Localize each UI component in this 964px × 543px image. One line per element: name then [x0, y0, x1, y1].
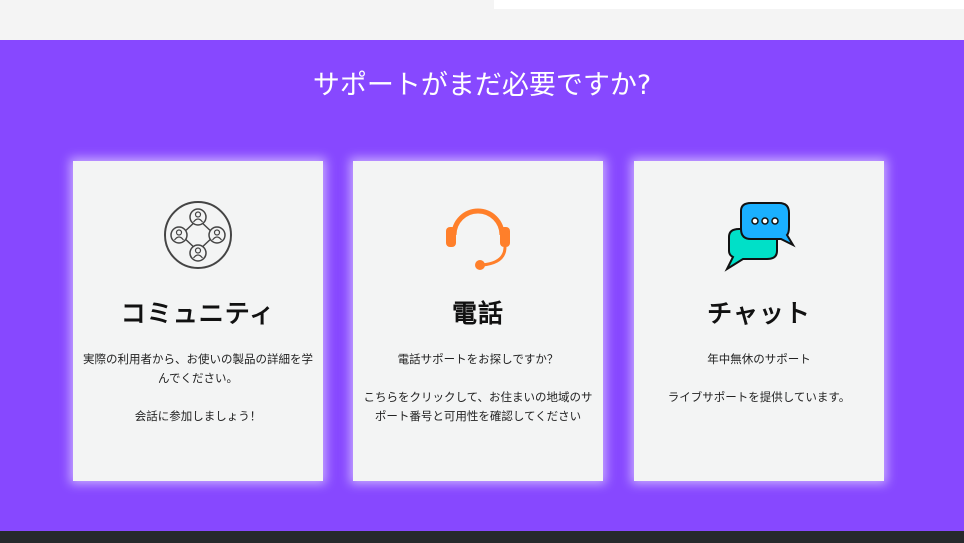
- community-cta-text: 会話に参加しましょう！: [134, 409, 262, 423]
- top-white-panel: [494, 0, 964, 9]
- chat-description: 年中無休のサポート: [707, 352, 811, 366]
- support-section: サポートがまだ必要ですか? コミュニティ 実際の利用者から、お使いの製品の詳細を…: [0, 40, 964, 531]
- section-title: サポートがまだ必要ですか?: [312, 70, 652, 101]
- headset-icon: [353, 197, 603, 273]
- footer-bar: [0, 531, 964, 543]
- phone-title: 電話: [451, 299, 504, 328]
- chat-bubbles-icon: [634, 197, 884, 273]
- community-title: コミュニティ: [120, 299, 276, 328]
- community-icon: [73, 197, 323, 273]
- phone-description: 電話サポートをお探しですか？: [397, 352, 559, 366]
- community-description: 実際の利用者から、お使いの製品の詳細を学んでください。: [83, 352, 313, 385]
- phone-cta-text[interactable]: こちらをクリックして、お住まいの地域のサポート番号と可用性を確認してください: [361, 388, 595, 426]
- chat-cta-text: ライブサポートを提供しています。: [667, 390, 851, 404]
- chat-card[interactable]: チャット 年中無休のサポート ライブサポートを提供しています。: [634, 161, 884, 481]
- community-card[interactable]: コミュニティ 実際の利用者から、お使いの製品の詳細を学んでください。 会話に参加…: [73, 161, 323, 481]
- phone-card[interactable]: 電話 電話サポートをお探しですか？ こちらをクリックして、お住まいの地域のサポー…: [353, 161, 603, 481]
- chat-title: チャット: [707, 299, 811, 328]
